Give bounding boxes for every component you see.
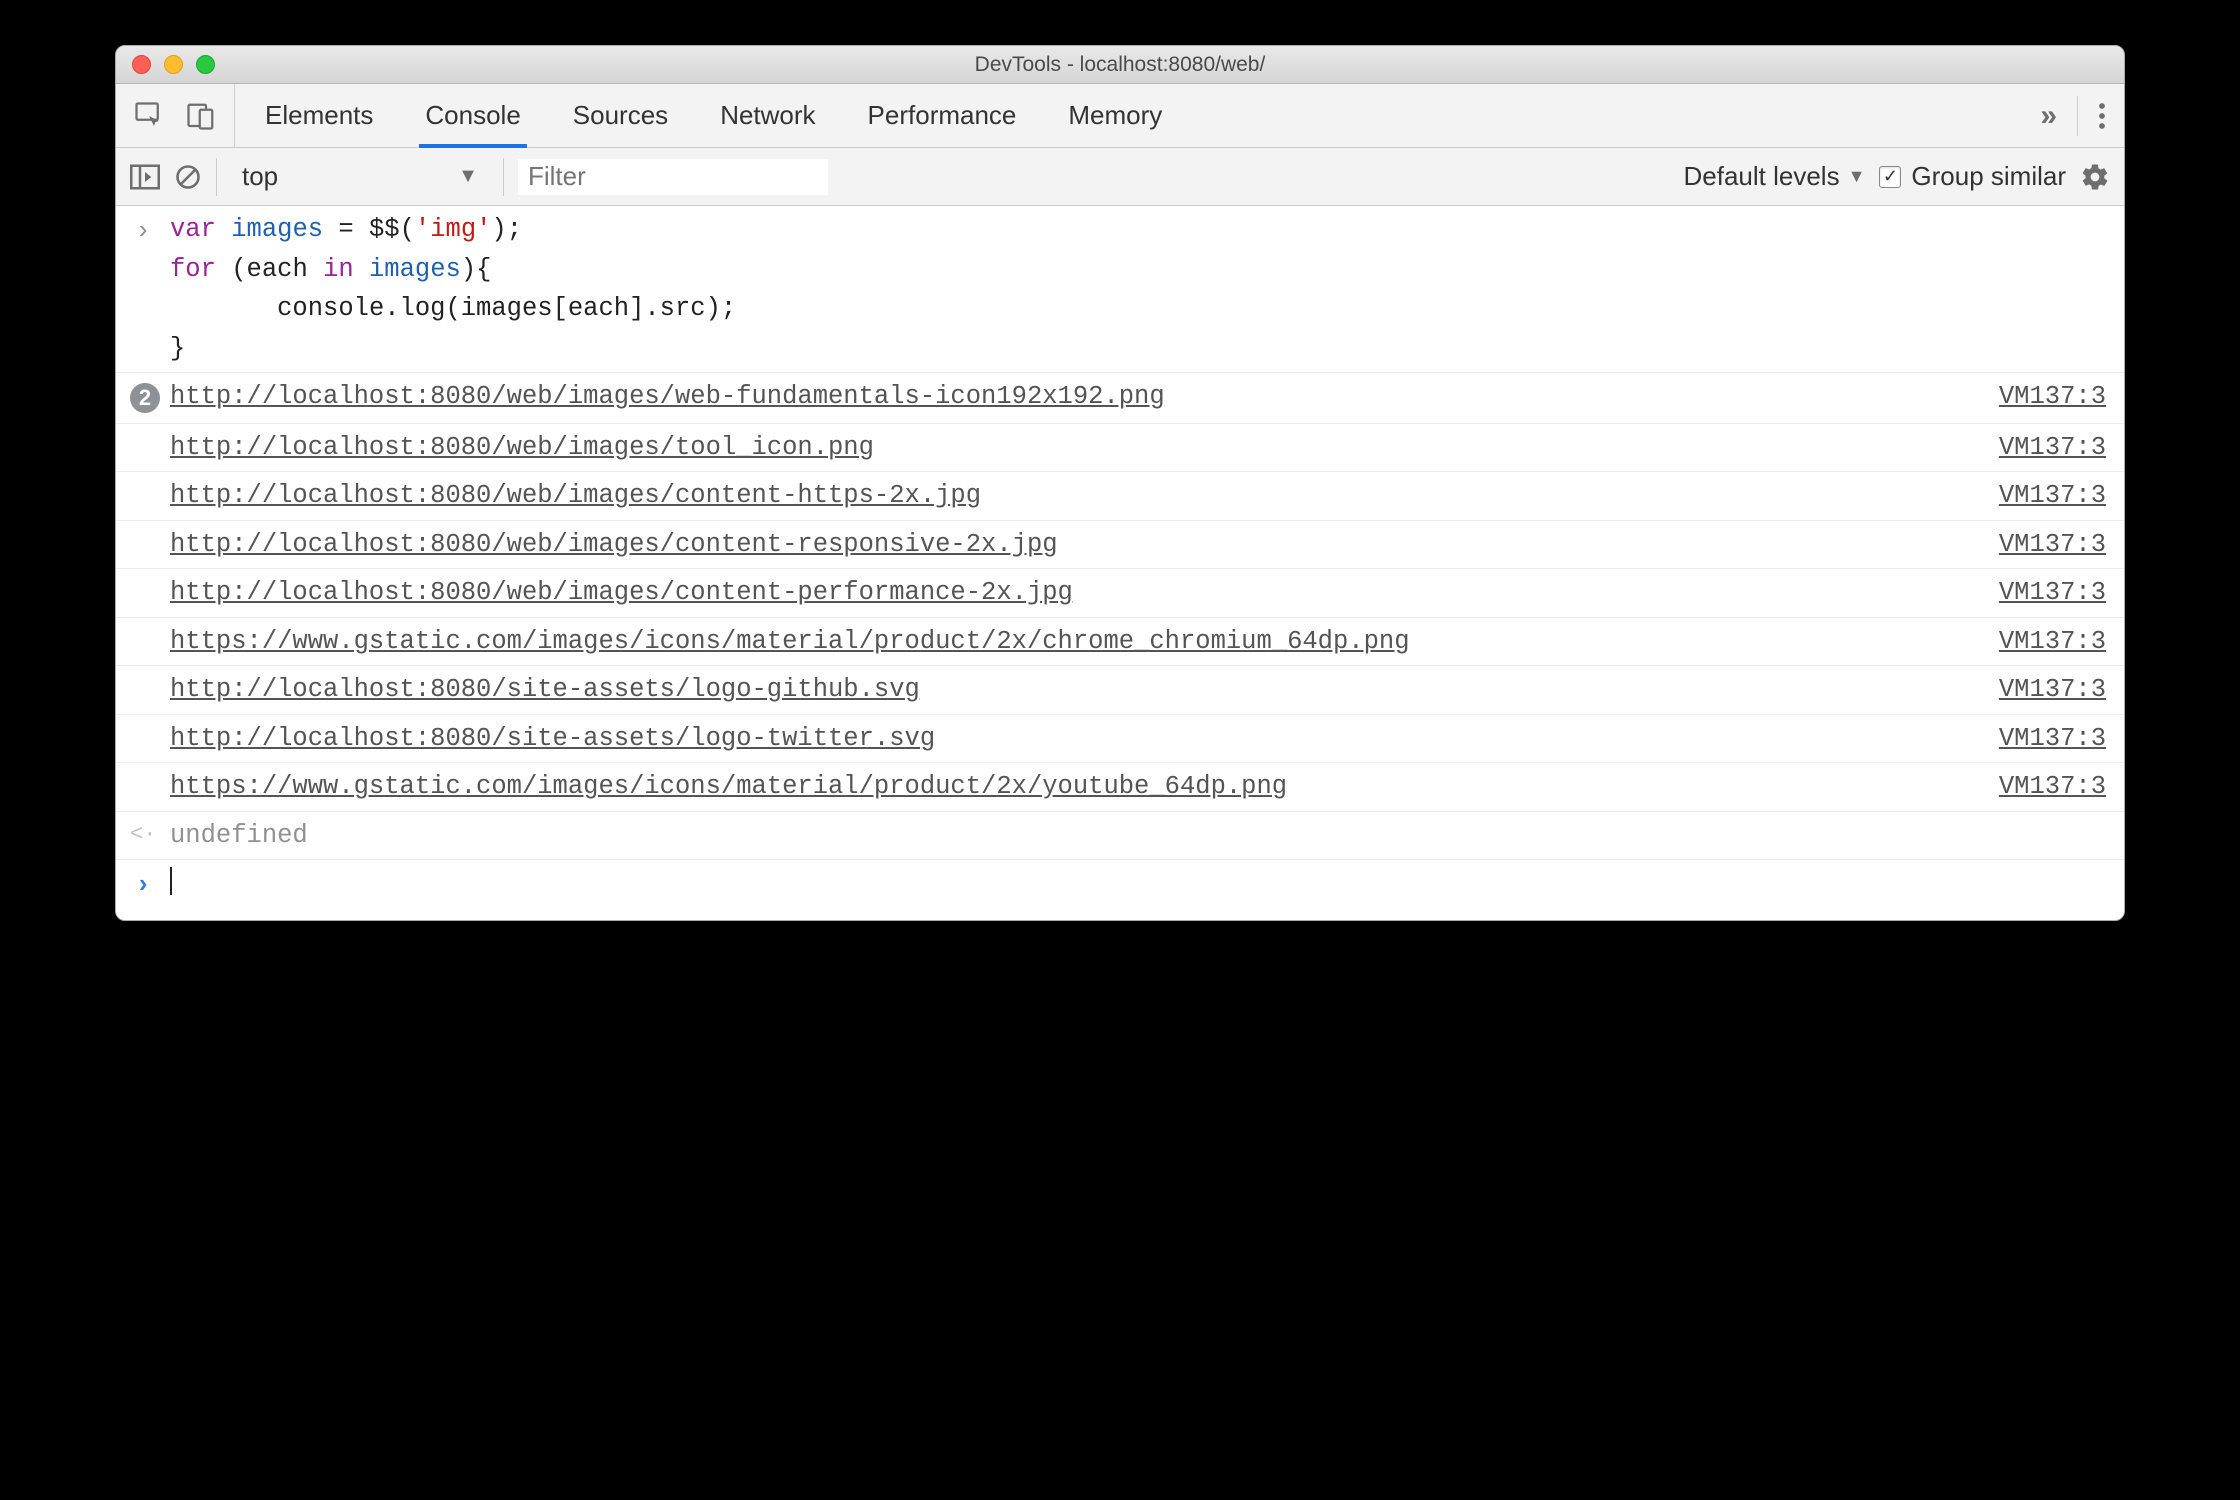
toggle-device-icon[interactable] [186, 101, 216, 131]
log-gutter [130, 670, 156, 672]
log-url-link[interactable]: https://www.gstatic.com/images/icons/mat… [170, 627, 1410, 656]
log-url-link[interactable]: https://www.gstatic.com/images/icons/mat… [170, 772, 1287, 801]
log-gutter: 2 [130, 377, 156, 419]
console-output: › var images = $$('img'); for (each in i… [116, 206, 2124, 920]
minimize-window-button[interactable] [164, 55, 183, 74]
devtools-window: DevTools - localhost:8080/web/ Elements … [115, 45, 2125, 921]
log-source-link[interactable]: VM137:3 [1999, 428, 2110, 468]
prompt-chevron-icon: › [130, 864, 156, 906]
log-message: http://localhost:8080/site-assets/logo-g… [170, 670, 1985, 710]
log-gutter [130, 719, 156, 721]
tab-performance[interactable]: Performance [868, 84, 1017, 147]
log-gutter [130, 573, 156, 575]
checkbox-icon: ✓ [1879, 166, 1901, 188]
console-log-row: http://localhost:8080/web/images/tool_ic… [116, 424, 2124, 473]
log-message: http://localhost:8080/web/images/content… [170, 476, 1985, 516]
tab-elements[interactable]: Elements [265, 84, 373, 147]
filter-input[interactable] [518, 159, 828, 195]
divider [503, 158, 504, 196]
traffic-lights [116, 55, 215, 74]
log-source-link[interactable]: VM137:3 [1999, 476, 2110, 516]
log-url-link[interactable]: http://localhost:8080/web/images/content… [170, 481, 981, 510]
log-url-link[interactable]: http://localhost:8080/site-assets/logo-t… [170, 724, 935, 753]
console-input-echo: › var images = $$('img'); for (each in i… [116, 206, 2124, 373]
log-url-link[interactable]: http://localhost:8080/web/images/tool_ic… [170, 433, 874, 462]
log-source-link[interactable]: VM137:3 [1999, 767, 2110, 807]
settings-gear-icon[interactable] [2080, 162, 2110, 192]
console-log-row: http://localhost:8080/web/images/content… [116, 472, 2124, 521]
log-message: https://www.gstatic.com/images/icons/mat… [170, 767, 1985, 807]
input-chevron-icon: › [135, 217, 150, 246]
kebab-menu-icon[interactable] [2098, 101, 2106, 131]
titlebar: DevTools - localhost:8080/web/ [116, 46, 2124, 84]
tab-memory[interactable]: Memory [1068, 84, 1162, 147]
log-message: http://localhost:8080/site-assets/logo-t… [170, 719, 1985, 759]
levels-label: Default levels [1684, 161, 1840, 192]
clear-console-icon[interactable] [174, 163, 202, 191]
log-gutter [130, 767, 156, 769]
log-message: http://localhost:8080/web/images/content… [170, 573, 1985, 613]
log-gutter [130, 525, 156, 527]
toolbar-right: » [2022, 84, 2124, 147]
log-message: http://localhost:8080/web/images/tool_ic… [170, 428, 1985, 468]
console-prompt[interactable]: › [116, 860, 2124, 920]
console-log-row: https://www.gstatic.com/images/icons/mat… [116, 618, 2124, 667]
console-log-row: 2 http://localhost:8080/web/images/web-fu… [116, 373, 2124, 424]
log-url-link[interactable]: http://localhost:8080/web/images/web-fun… [170, 382, 1165, 411]
log-url-link[interactable]: http://localhost:8080/site-assets/logo-g… [170, 675, 920, 704]
log-source-link[interactable]: VM137:3 [1999, 525, 2110, 565]
log-gutter [130, 428, 156, 430]
log-source-link[interactable]: VM137:3 [1999, 573, 2110, 613]
log-levels-selector[interactable]: Default levels ▼ [1684, 161, 1866, 192]
log-gutter [130, 476, 156, 478]
chevron-down-icon: ▼ [458, 165, 478, 188]
close-window-button[interactable] [132, 55, 151, 74]
log-source-link[interactable]: VM137:3 [1999, 670, 2110, 710]
console-log-row: http://localhost:8080/site-assets/logo-t… [116, 715, 2124, 764]
toggle-sidebar-icon[interactable] [130, 164, 160, 190]
main-toolbar: Elements Console Sources Network Perform… [116, 84, 2124, 148]
tab-sources[interactable]: Sources [573, 84, 668, 147]
log-source-link[interactable]: VM137:3 [1999, 719, 2110, 759]
log-message: http://localhost:8080/web/images/content… [170, 525, 1985, 565]
inspect-element-icon[interactable] [134, 101, 164, 131]
return-value-row: <· undefined [116, 812, 2124, 861]
log-message: https://www.gstatic.com/images/icons/mat… [170, 622, 1985, 662]
console-log-row: https://www.gstatic.com/images/icons/mat… [116, 763, 2124, 812]
tab-console[interactable]: Console [425, 84, 520, 147]
log-url-link[interactable]: http://localhost:8080/web/images/content… [170, 530, 1058, 559]
return-arrow-icon: <· [130, 816, 156, 852]
context-selector[interactable]: top ▼ [231, 157, 489, 196]
log-url-link[interactable]: http://localhost:8080/web/images/content… [170, 578, 1073, 607]
divider [216, 158, 217, 196]
log-source-link[interactable]: VM137:3 [1999, 622, 2110, 662]
code-block: var images = $$('img'); for (each in ima… [170, 210, 2110, 368]
repeat-count-badge: 2 [130, 383, 160, 413]
toolbar-left [116, 84, 235, 147]
group-similar-toggle[interactable]: ✓ Group similar [1879, 161, 2066, 192]
console-log-row: http://localhost:8080/web/images/content… [116, 521, 2124, 570]
log-message: http://localhost:8080/web/images/web-fun… [170, 377, 1985, 417]
zoom-window-button[interactable] [196, 55, 215, 74]
console-log-row: http://localhost:8080/web/images/content… [116, 569, 2124, 618]
more-tabs-icon[interactable]: » [2040, 99, 2057, 133]
log-gutter [130, 622, 156, 624]
console-log-row: http://localhost:8080/site-assets/logo-g… [116, 666, 2124, 715]
console-filterbar: top ▼ Default levels ▼ ✓ Group similar [116, 148, 2124, 206]
chevron-down-icon: ▼ [1848, 166, 1866, 187]
panel-tabs: Elements Console Sources Network Perform… [235, 84, 2022, 147]
tab-network[interactable]: Network [720, 84, 815, 147]
window-title: DevTools - localhost:8080/web/ [116, 53, 2124, 77]
context-label: top [242, 161, 278, 192]
group-similar-label: Group similar [1911, 161, 2066, 192]
divider [2077, 96, 2078, 136]
log-source-link[interactable]: VM137:3 [1999, 377, 2110, 417]
text-cursor [170, 867, 172, 895]
return-value: undefined [170, 816, 2110, 856]
